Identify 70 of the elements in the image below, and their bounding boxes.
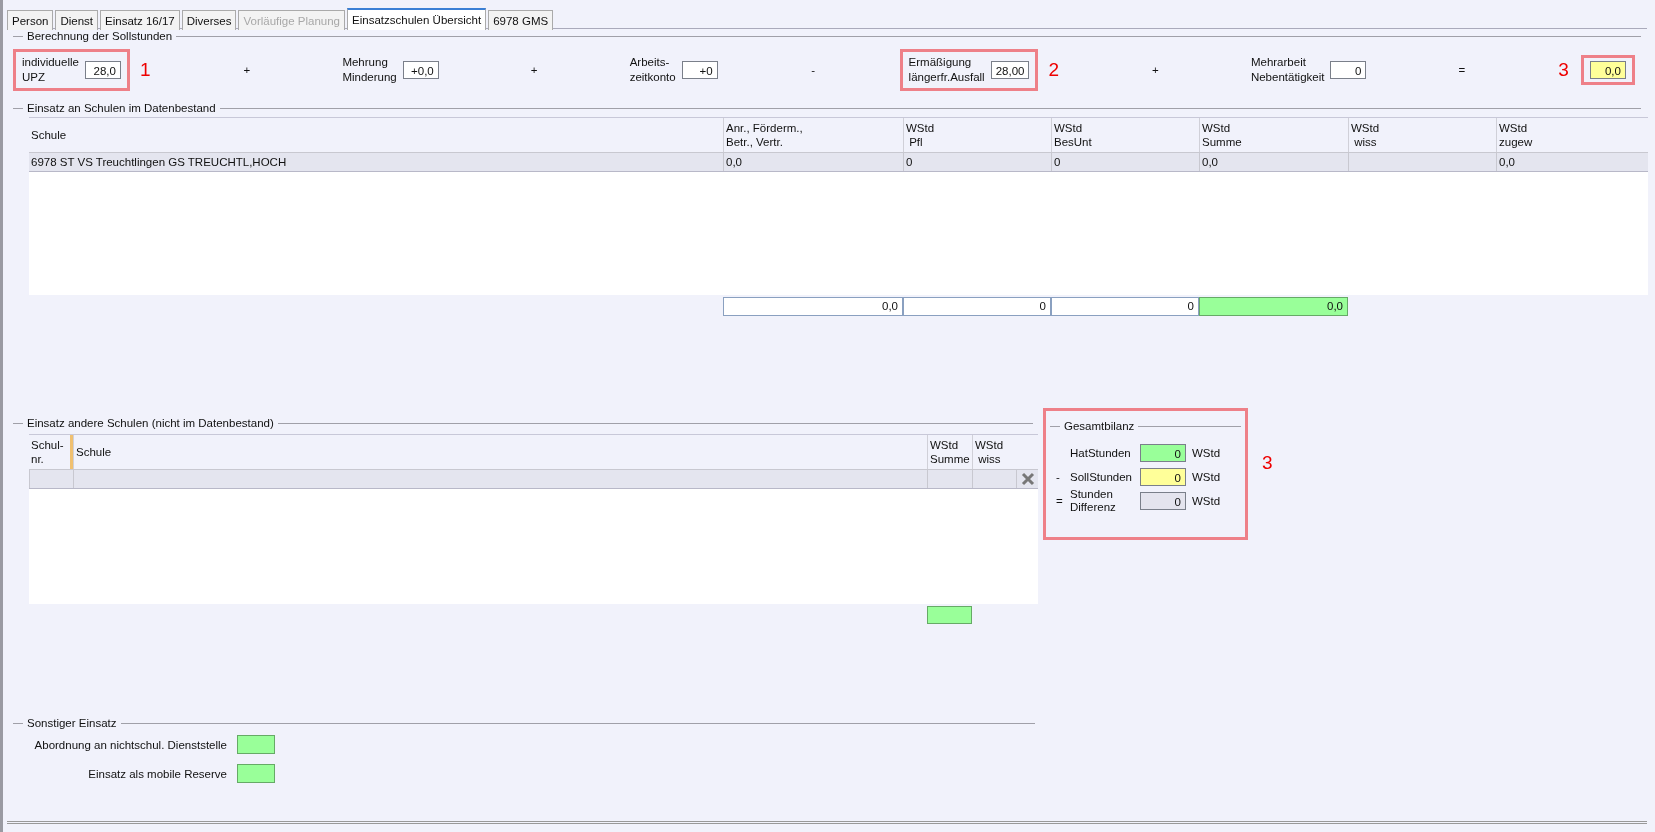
annotation-number: 3 bbox=[1262, 452, 1273, 474]
column-header[interactable]: WStd Summe bbox=[1202, 121, 1242, 149]
column-header[interactable]: WStd BesUnt bbox=[1054, 121, 1092, 149]
field-label: individuelle UPZ bbox=[22, 55, 79, 85]
operator-sign: = bbox=[1457, 64, 1467, 76]
tab[interactable]: Person bbox=[7, 10, 54, 30]
total-field: 0 bbox=[903, 297, 1051, 316]
table-cell: 0 bbox=[1051, 153, 1199, 171]
field-label: Stunden Differenz bbox=[1070, 488, 1116, 513]
table-row[interactable]: 6978 ST VS Treuchtlingen GS TREUCHTL,HOCH 0,0 0 0 0,0 0,0 bbox=[29, 153, 1648, 172]
column-header[interactable]: WStd wiss bbox=[1351, 121, 1380, 149]
field-label: HatStunden bbox=[1070, 446, 1131, 459]
tab[interactable]: Dienst bbox=[55, 10, 99, 30]
field-label: Mehrarbeit Nebentätigkeit bbox=[1250, 55, 1325, 85]
field-label: Mehrung Minderung bbox=[342, 55, 397, 85]
unit-label: WStd bbox=[1192, 495, 1221, 507]
section-title: Sonstiger Einsatz bbox=[26, 717, 118, 729]
column-header[interactable]: Schule bbox=[31, 128, 67, 142]
section-title: Einsatz andere Schulen (nicht im Datenbestand) bbox=[26, 417, 275, 429]
column-header[interactable]: WStd Summe bbox=[930, 438, 970, 466]
unit-label: WStd bbox=[1192, 447, 1221, 459]
table-cell: 0,0 bbox=[1496, 153, 1648, 171]
value-field[interactable] bbox=[237, 735, 275, 754]
unit-label: WStd bbox=[1192, 471, 1221, 483]
table-cell: 0,0 bbox=[723, 153, 903, 171]
operator-sign: - bbox=[1056, 471, 1061, 483]
sum-field bbox=[927, 606, 972, 624]
operator-sign: + bbox=[1151, 64, 1160, 76]
column-header[interactable]: Schule bbox=[76, 445, 112, 459]
column-header[interactable]: WStd Pfl bbox=[906, 121, 935, 149]
value-field[interactable] bbox=[237, 764, 275, 783]
number-field[interactable]: +0,0 bbox=[402, 61, 439, 79]
tab[interactable]: 6978 GMS bbox=[488, 10, 554, 30]
tab[interactable]: Einsatz 16/17 bbox=[100, 10, 180, 30]
field-label: Ermäßigung längerfr.Ausfall bbox=[908, 55, 985, 85]
tab[interactable]: Einsatzschulen Übersicht bbox=[347, 8, 487, 30]
operator-sign: + bbox=[242, 64, 252, 76]
column-header[interactable]: Anr., Förderm., Betr., Vertr. bbox=[726, 121, 803, 149]
number-field: 0 bbox=[1140, 444, 1186, 462]
number-field: 0 bbox=[1140, 468, 1186, 486]
operator-sign: - bbox=[810, 64, 817, 76]
table-cell: 0 bbox=[903, 153, 1051, 171]
column-header[interactable]: WStd zugew bbox=[1499, 121, 1533, 149]
number-field: 0 bbox=[1140, 492, 1186, 510]
annotation-number: 2 bbox=[1048, 59, 1059, 81]
table-cell: 0,0 bbox=[1199, 153, 1348, 171]
total-field: 0,0 bbox=[723, 297, 903, 316]
section-title: Berechnung der Sollstunden bbox=[26, 30, 174, 42]
number-field[interactable]: +0 bbox=[681, 61, 718, 79]
section-title: Gesamtbilanz bbox=[1063, 420, 1136, 432]
operator-sign: = bbox=[1056, 495, 1064, 507]
delete-icon[interactable] bbox=[1020, 472, 1035, 486]
total-field: 0 bbox=[1051, 297, 1199, 316]
operator-sign: + bbox=[529, 64, 539, 76]
number-field[interactable]: 28,00 bbox=[990, 61, 1030, 79]
annotation-number: 3 bbox=[1558, 59, 1569, 81]
field-label: Abordnung an nichtschul. Dienststelle bbox=[33, 738, 228, 751]
number-field[interactable]: 0 bbox=[1330, 61, 1367, 79]
number-field[interactable]: 0,0 bbox=[1589, 61, 1626, 79]
section-title: Einsatz an Schulen im Datenbestand bbox=[26, 102, 217, 114]
column-header[interactable]: Schul- nr. bbox=[31, 438, 64, 466]
table-cell-text: 6978 ST VS Treuchtlingen GS TREUCHTL,HOCH bbox=[30, 155, 288, 170]
field-label: Einsatz als mobile Reserve bbox=[87, 767, 228, 780]
field-label: SollStunden bbox=[1070, 470, 1133, 483]
total-field: 0,0 bbox=[1199, 297, 1348, 316]
field-label: Arbeits- zeitkonto bbox=[629, 55, 676, 85]
tab[interactable]: Diverses bbox=[181, 10, 237, 30]
annotation-number: 1 bbox=[139, 59, 151, 81]
number-field[interactable]: 28,0 bbox=[84, 61, 121, 79]
column-header[interactable]: WStd wiss bbox=[975, 438, 1004, 466]
